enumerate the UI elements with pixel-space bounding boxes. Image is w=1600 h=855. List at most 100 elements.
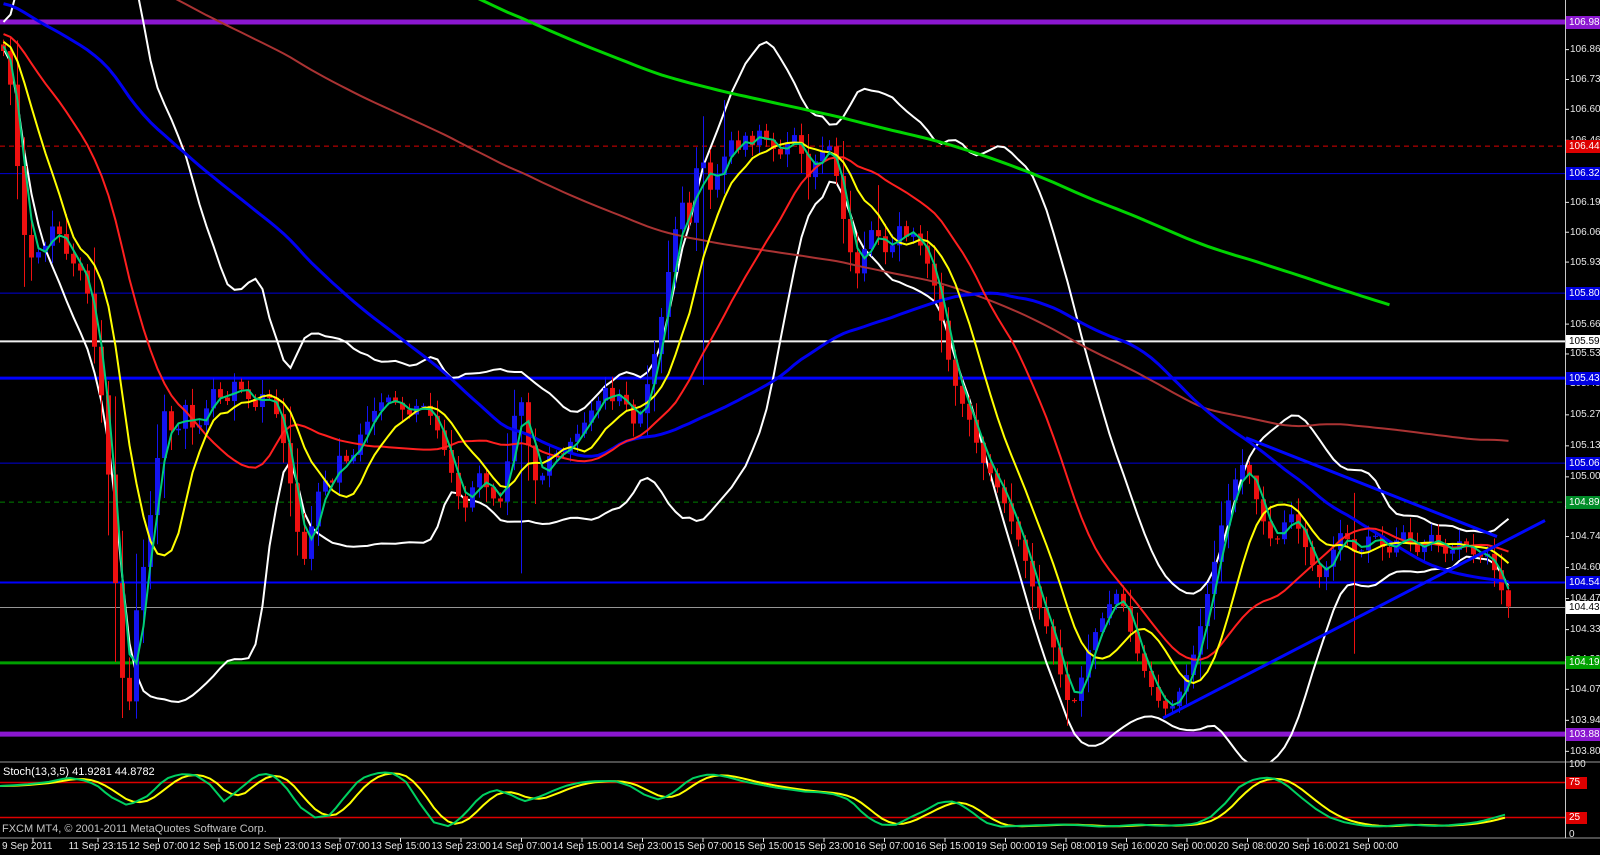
ma-brown-slow-line xyxy=(4,0,1509,441)
candle-bear xyxy=(876,230,881,236)
price-tick-label: 106.860 xyxy=(1570,43,1600,56)
candle-bull xyxy=(1359,550,1364,551)
ma-red-line xyxy=(4,34,1509,660)
candle-bear xyxy=(302,532,307,559)
time-axis-label: 15 Sep 15:00 xyxy=(734,841,794,852)
candle-bull xyxy=(36,252,41,257)
price-tick-label: 106.600 xyxy=(1570,103,1600,116)
candle-bull xyxy=(862,249,867,273)
copyright-text: FXCM MT4, © 2001-2011 MetaQuotes Softwar… xyxy=(2,823,267,835)
price-chart-canvas[interactable] xyxy=(0,0,1600,855)
price-tick-label: 104.740 xyxy=(1570,530,1600,543)
candle-bear xyxy=(1415,544,1420,552)
stoch-indicator-label: Stoch(13,3,5) 41.9281 44.8782 xyxy=(3,766,155,778)
price-tick-label: 104.605 xyxy=(1570,561,1600,574)
price-level-badge: 104.190 xyxy=(1566,656,1600,669)
price-tick-label: 105.535 xyxy=(1570,347,1600,360)
candle-bull xyxy=(519,402,524,416)
time-axis-label: 15 Sep 07:00 xyxy=(673,841,733,852)
price-tick-label: 105.270 xyxy=(1570,408,1600,421)
time-axis-label: 13 Sep 15:00 xyxy=(371,841,431,852)
stoch-scale-label: 25 xyxy=(1566,812,1587,824)
candle-bull xyxy=(1366,537,1371,551)
time-axis-label: 21 Sep 00:00 xyxy=(1339,841,1399,852)
time-axis-label: 13 Sep 23:00 xyxy=(431,841,491,852)
candle-bear xyxy=(57,226,62,234)
time-axis-label: 14 Sep 15:00 xyxy=(552,841,612,852)
candle-bull xyxy=(701,162,706,168)
price-tick-label: 106.065 xyxy=(1570,226,1600,239)
candle-bull xyxy=(1240,465,1245,480)
candle-bull xyxy=(1450,550,1455,554)
price-tick-label: 106.730 xyxy=(1570,73,1600,86)
candle-bull xyxy=(890,245,895,252)
stochastic-panel xyxy=(0,773,1565,827)
time-axis-label: 19 Sep 08:00 xyxy=(1036,841,1096,852)
mt4-chart-window: 106.860106.730106.600106.465106.195106.0… xyxy=(0,0,1600,855)
descending-trendline[interactable] xyxy=(1246,438,1497,537)
candle-bull xyxy=(477,473,482,487)
candle-bull xyxy=(540,476,545,481)
candle-bull xyxy=(1170,706,1175,708)
candle-bear xyxy=(1163,701,1168,709)
candle-bear xyxy=(463,496,468,507)
price-level-badge: 104.890 xyxy=(1566,496,1600,509)
price-level-badge: 104.431 xyxy=(1566,601,1600,614)
price-level-badge: 105.800 xyxy=(1566,287,1600,300)
stoch-scale-label: 100 xyxy=(1566,759,1586,771)
candle-bull xyxy=(309,526,314,558)
candle-bear xyxy=(1275,538,1280,539)
time-axis-label: 12 Sep 07:00 xyxy=(129,841,189,852)
time-axis-label: 16 Sep 15:00 xyxy=(915,841,975,852)
candle-bear xyxy=(218,389,223,397)
time-axis-label: 19 Sep 00:00 xyxy=(976,841,1036,852)
time-axis-label: 11 Sep 23:15 xyxy=(69,841,128,852)
candle-bear xyxy=(855,252,860,273)
time-axis-label: 16 Sep 07:00 xyxy=(855,841,915,852)
ma-yellow-line xyxy=(4,42,1509,683)
candle-bear xyxy=(1387,547,1392,552)
stoch-scale-label: 75 xyxy=(1566,777,1587,789)
time-axis-label: 14 Sep 07:00 xyxy=(492,841,552,852)
candle-bull xyxy=(680,203,685,230)
candle-bull xyxy=(232,382,237,401)
price-level-badge: 104.540 xyxy=(1566,576,1600,589)
time-axis-label: 14 Sep 23:00 xyxy=(613,841,673,852)
price-tick-label: 104.075 xyxy=(1570,683,1600,696)
price-level-badge: 105.060 xyxy=(1566,457,1600,470)
candle-bear xyxy=(127,678,132,702)
candle-bull xyxy=(827,146,832,150)
price-level-badge: 105.590 xyxy=(1566,335,1600,348)
candle-bear xyxy=(407,410,412,415)
price-level-badge: 106.440 xyxy=(1566,140,1600,153)
time-axis-label: 12 Sep 15:00 xyxy=(189,841,249,852)
price-tick-label: 104.335 xyxy=(1570,623,1600,636)
candle-bear xyxy=(778,149,783,155)
time-axis-label: 20 Sep 00:00 xyxy=(1157,841,1217,852)
candle-bear xyxy=(1317,565,1322,577)
candle-bear xyxy=(344,456,349,462)
price-tick-label: 105.135 xyxy=(1570,439,1600,452)
candle-bear xyxy=(225,398,230,401)
time-axis-label: 9 Sep 2011 xyxy=(2,841,52,852)
main-plot-area xyxy=(0,0,1565,766)
candle-bear xyxy=(29,235,34,258)
candle-bear xyxy=(1506,590,1511,606)
candle-bull xyxy=(792,135,797,142)
candle-bull xyxy=(176,429,181,431)
stoch-scale-label: 0 xyxy=(1566,829,1575,841)
time-axis-label: 12 Sep 23:00 xyxy=(250,841,310,852)
price-tick-label: 105.665 xyxy=(1570,318,1600,331)
candle-bear xyxy=(169,411,174,430)
candle-bull xyxy=(1114,594,1119,604)
candle-bear xyxy=(239,382,244,390)
price-tick-label: 106.195 xyxy=(1570,196,1600,209)
candle-bull xyxy=(337,456,342,483)
candle-bear xyxy=(610,388,615,401)
time-axis-label: 20 Sep 08:00 xyxy=(1218,841,1278,852)
candle-bear xyxy=(1072,700,1077,701)
candle-bull xyxy=(1289,514,1294,522)
price-tick-label: 103.805 xyxy=(1570,745,1600,758)
candle-bear xyxy=(498,498,503,501)
time-axis-label: 15 Sep 23:00 xyxy=(794,841,854,852)
